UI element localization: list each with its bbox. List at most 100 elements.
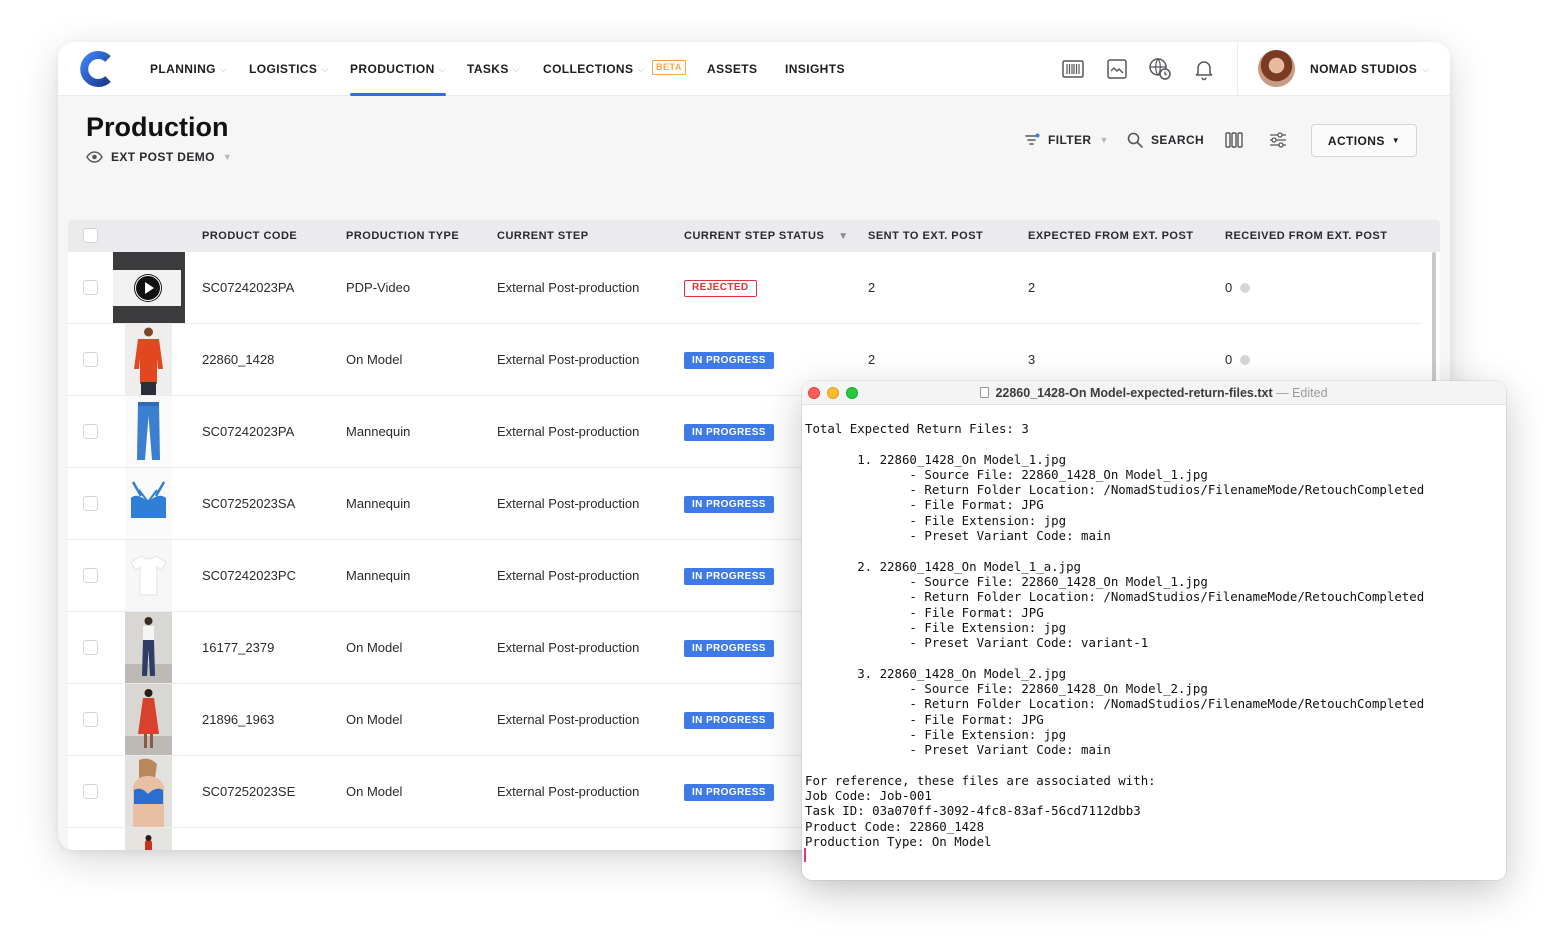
current-step: External Post-production	[497, 280, 640, 295]
caret-down-icon: ▼	[222, 152, 233, 162]
production-type: On Model	[346, 640, 403, 655]
app-logo-icon[interactable]	[78, 50, 116, 88]
product-code[interactable]: SC07242023PC	[202, 540, 296, 612]
row-checkbox[interactable]	[83, 640, 98, 655]
product-thumbnail[interactable]	[125, 756, 172, 827]
product-thumbnail[interactable]	[125, 828, 172, 850]
production-type: PDP-Video	[346, 280, 411, 295]
info-icon[interactable]	[1240, 283, 1251, 293]
chevron-down-icon: ⌵	[219, 63, 228, 74]
product-code[interactable]: 21896_1963	[202, 684, 274, 756]
row-checkbox[interactable]	[83, 712, 98, 727]
nav-assets[interactable]: ASSETS	[707, 42, 757, 96]
org-switcher[interactable]: NOMAD STUDIOS ⌵	[1310, 42, 1429, 96]
sent-count: 2	[868, 280, 876, 295]
model-white-top-image	[125, 617, 172, 683]
production-type: Mannequin	[346, 568, 411, 583]
column-header[interactable]: PRODUCTION TYPE	[346, 220, 459, 252]
video-thumbnail[interactable]	[113, 252, 185, 323]
product-code[interactable]: SC07252023SA	[202, 468, 295, 540]
received-count: 0	[1225, 280, 1233, 295]
blue-bra-image	[131, 481, 166, 518]
view-selector[interactable]: EXT POST DEMO ▼	[86, 150, 232, 164]
product-thumbnail[interactable]	[125, 540, 172, 611]
product-thumbnail[interactable]	[125, 684, 172, 755]
received-count: 0	[1225, 352, 1233, 367]
current-step: External Post-production	[497, 640, 640, 655]
nav-collections[interactable]: COLLECTIONS ⌵	[543, 42, 645, 96]
status-badge: IN PROGRESS	[684, 496, 774, 513]
product-code[interactable]: SC07252023SE	[202, 756, 295, 828]
column-header[interactable]: CURRENT STEP	[497, 220, 589, 252]
nav-logistics[interactable]: LOGISTICS ⌵	[249, 42, 329, 96]
model-image	[145, 835, 152, 850]
row-checkbox[interactable]	[83, 280, 98, 295]
editor-text-content[interactable]: Total Expected Return Files: 3 1. 22860_…	[805, 421, 1424, 849]
column-header[interactable]: EXPECTED FROM EXT. POST	[1028, 220, 1194, 252]
search-button[interactable]: SEARCH	[1127, 126, 1204, 154]
expected-count: 2	[1028, 280, 1036, 295]
column-header[interactable]: RECEIVED FROM EXT. POST	[1225, 220, 1387, 252]
model-red-dress-image	[125, 689, 172, 755]
production-type: On Model	[346, 712, 403, 727]
column-header[interactable]: SENT TO EXT. POST	[868, 220, 983, 252]
row-checkbox[interactable]	[83, 496, 98, 511]
beta-badge: BETA	[652, 60, 686, 75]
text-cursor	[804, 848, 806, 862]
chevron-down-icon: ⌵	[321, 63, 329, 74]
product-code[interactable]: SC07242023PA	[202, 252, 294, 324]
row-checkbox[interactable]	[83, 424, 98, 439]
sliders-icon[interactable]	[1269, 131, 1287, 149]
product-thumbnail[interactable]	[125, 468, 172, 539]
filter-button[interactable]: FILTER ▼	[1024, 126, 1109, 154]
column-header-sorted[interactable]: CURRENT STEP STATUS ▼	[684, 220, 849, 252]
editor-title: 22860_1428-On Model-expected-return-file…	[802, 381, 1506, 405]
nav-planning[interactable]: PLANNING ⌵	[150, 42, 227, 96]
row-checkbox[interactable]	[83, 784, 98, 799]
red-jacket-image	[125, 324, 172, 395]
bell-icon[interactable]	[1192, 57, 1216, 81]
production-type: On Model	[346, 784, 403, 799]
play-icon[interactable]	[133, 273, 163, 303]
table-row[interactable]: SC07242023PA PDP-Video External Post-pro…	[68, 252, 1422, 324]
nav-tasks[interactable]: TASKS ⌵	[467, 42, 520, 96]
chevron-down-icon: ⌵	[1422, 63, 1430, 74]
nav-production[interactable]: PRODUCTION ⌵	[350, 42, 446, 96]
product-code[interactable]: 22860_1428	[202, 324, 274, 396]
barcode-icon[interactable]	[1061, 57, 1085, 81]
status-badge: IN PROGRESS	[684, 712, 774, 729]
table-scrollbar[interactable]	[1432, 252, 1436, 402]
row-checkbox[interactable]	[83, 352, 98, 367]
column-header[interactable]: PRODUCT CODE	[202, 220, 297, 252]
image-icon[interactable]	[1105, 57, 1129, 81]
avatar[interactable]	[1258, 50, 1295, 87]
chevron-down-icon: ⌵	[438, 63, 446, 74]
production-type: On Model	[346, 352, 403, 367]
product-thumbnail[interactable]	[125, 324, 172, 395]
actions-button[interactable]: ACTIONS ▼	[1311, 124, 1417, 157]
received-cell: 0	[1225, 252, 1251, 324]
table-header: PRODUCT CODE PRODUCTION TYPE CURRENT STE…	[68, 220, 1440, 252]
globe-clock-icon[interactable]	[1148, 57, 1172, 81]
text-editor-window: 22860_1428-On Model-expected-return-file…	[802, 381, 1506, 880]
status-badge: IN PROGRESS	[684, 424, 774, 441]
top-navigation-bar: PLANNING ⌵ LOGISTICS ⌵ PRODUCTION ⌵ TASKS ⌵ …	[58, 42, 1450, 96]
product-code[interactable]: SC07242023PA	[202, 396, 294, 468]
columns-icon[interactable]	[1225, 131, 1243, 149]
caret-down-icon: ▼	[1099, 135, 1109, 145]
status-badge: IN PROGRESS	[684, 784, 774, 801]
product-thumbnail[interactable]	[125, 396, 172, 467]
editor-titlebar[interactable]: 22860_1428-On Model-expected-return-file…	[802, 381, 1506, 405]
product-code[interactable]: 16177_2379	[202, 612, 274, 684]
eye-icon	[86, 151, 103, 163]
row-checkbox[interactable]	[83, 568, 98, 583]
chevron-down-icon: ⌵	[512, 63, 521, 74]
select-all-checkbox[interactable]	[83, 228, 98, 243]
product-thumbnail[interactable]	[125, 612, 172, 683]
sort-descending-icon[interactable]: ▼	[838, 231, 848, 242]
document-icon	[980, 387, 990, 398]
nav-insights[interactable]: INSIGHTS	[785, 42, 845, 96]
search-icon	[1127, 132, 1143, 148]
info-icon[interactable]	[1240, 355, 1251, 365]
topbar-divider	[1237, 42, 1238, 96]
